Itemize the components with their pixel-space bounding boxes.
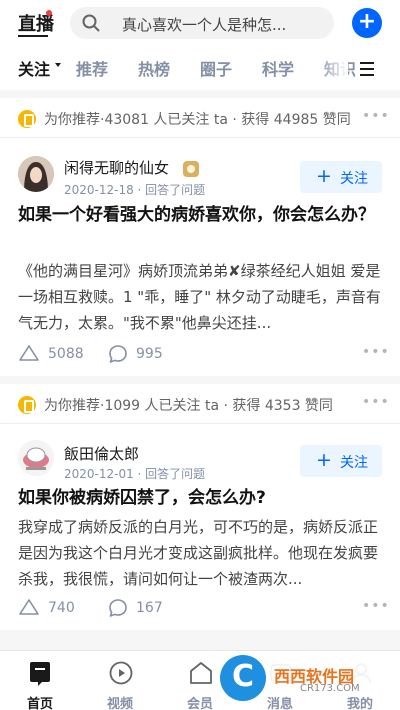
upvote-count: 5088 [48,346,84,362]
search-bar[interactable]: 真心喜欢一个人是种怎... [70,7,334,39]
tabbar-item-home[interactable]: 首页 [10,651,70,710]
tab-recommend[interactable]: 推荐 [76,56,108,80]
plus-icon: + [316,165,332,187]
more-options-icon[interactable]: ••• [362,598,390,614]
comment-count: 167 [136,600,163,616]
post-meta: 2020-12-01 · 回答了问题 [64,467,206,481]
comment-icon [109,599,127,617]
plus-icon: + [316,449,332,471]
video-play-icon [109,661,133,685]
follow-button[interactable]: + 关注 [300,161,382,193]
follow-button[interactable]: + 关注 [300,445,382,477]
follow-label: 关注 [340,171,368,187]
follow-label: 关注 [340,455,368,471]
more-options-icon[interactable]: ••• [362,344,390,360]
search-placeholder: 真心喜欢一个人是种怎... [122,16,287,34]
watermark-sub-text: CR173.COM [300,683,360,694]
tabbar-label: 首页 [26,697,53,710]
category-tabs: 关注 推荐 热榜 圈子 科学 知识 [0,48,400,90]
author-name[interactable]: 闲得无聊的仙女 [64,157,169,178]
recommend-row: 为你推荐·1099 人已关注 ta · 获得 4353 赞同 ••• [0,384,400,424]
post-meta: 2020-12-18 · 回答了问题 [64,183,206,197]
watermark-logo-icon: C [220,655,266,701]
member-icon [190,662,212,684]
home-icon [30,662,50,686]
author-name[interactable]: 飯田倫太郎 [64,443,139,464]
more-options-icon[interactable]: ••• [362,108,390,124]
avatar[interactable] [18,440,54,476]
recommend-icon [18,110,36,128]
tab-circles[interactable]: 圈子 [200,56,232,80]
avatar[interactable] [18,156,54,192]
recommend-row: 为你推荐·43081 人已关注 ta · 获得 44985 赞同 ••• [0,98,400,138]
tabs-fade [318,48,348,90]
tab-hot-list[interactable]: 热榜 [138,56,170,80]
answer-excerpt[interactable]: 我穿成了病娇反派的白月光，可不巧的是，病娇反派正是因为我这个白月光才变成这副疯批… [18,514,382,592]
search-icon [82,14,100,32]
more-options-icon[interactable]: ••• [362,394,390,410]
upvote-count: 740 [48,600,75,616]
comment-icon [109,345,127,363]
upvote-icon [19,599,39,615]
tab-follow[interactable]: 关注 [18,56,50,80]
watermark-box: 西西软件园 CR173.COM [254,661,390,697]
recommend-text: 为你推荐·43081 人已关注 ta · 获得 44985 赞同 [44,112,351,128]
feed-card[interactable]: 为你推荐·43081 人已关注 ta · 获得 44985 赞同 ••• 闲得无… [0,98,400,376]
tab-menu-icon[interactable] [360,62,374,80]
question-title[interactable]: 如果你被病娇囚禁了，会怎么办? [18,484,382,512]
tab-follow-caret-icon[interactable] [55,63,61,67]
tabbar-label: 视频 [106,697,133,710]
site-watermark: 西西软件园 CR173.COM C [220,655,395,703]
live-indicator-dot [46,10,52,16]
tabbar-item-video[interactable]: 视频 [90,651,150,710]
answer-excerpt[interactable]: 《他的满目星河》病娇顶流弟弟✘绿茶经纪人姐姐 爱是一场相互救赎。1 "乖，睡了"… [18,258,382,336]
top-bar: 直播 真心喜欢一个人是种怎... + [0,0,400,48]
recommend-icon [18,396,36,414]
add-button[interactable]: + [352,8,382,38]
comment-count: 995 [136,346,163,362]
verified-badge-icon [183,161,199,177]
feed-card[interactable]: 为你推荐·1099 人已关注 ta · 获得 4353 赞同 ••• 飯田倫太郎… [0,384,400,630]
live-underline [18,35,48,37]
question-title[interactable]: 如果一个好看强大的病娇喜欢你，你会怎么办？ [18,201,382,229]
upvote-icon [19,345,39,361]
tab-science[interactable]: 科学 [262,56,294,80]
recommend-text: 为你推荐·1099 人已关注 ta · 获得 4353 赞同 [44,398,333,414]
